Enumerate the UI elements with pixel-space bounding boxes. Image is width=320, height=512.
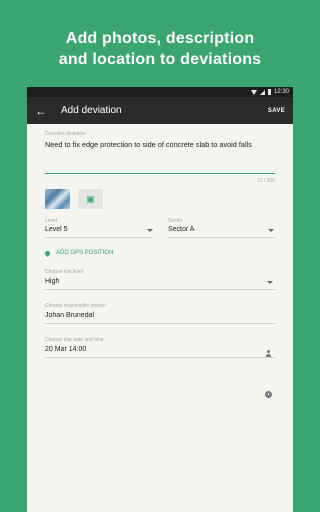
description-input[interactable]: Need to fix edge protection to side of c… [45,140,252,149]
level-label: Level [45,218,57,224]
back-arrow-icon[interactable]: ← [35,105,51,117]
add-gps-label: ADD GPS POSITION [56,250,114,256]
app-bar: ← Add deviation SAVE [27,97,293,124]
due-label: Choose due date and time [45,337,104,343]
photo-thumbnail[interactable] [45,189,70,209]
status-bar: 12:30 [27,87,293,97]
sector-chevron-down-icon [268,229,274,232]
person-icon [265,350,272,357]
add-photo-button[interactable]: ▣ [78,189,103,209]
promo-line-1: Add photos, description [65,30,255,47]
sector-label: Sector [168,218,183,224]
add-gps-button[interactable]: ADD GPS POSITION [43,249,114,257]
risk-underline [45,289,275,290]
responsible-label: Choose responsible person [45,303,106,309]
level-select[interactable]: Level 5 [45,226,68,233]
description-label: Describe deviation [45,131,87,137]
level-chevron-down-icon [147,229,153,232]
risk-select[interactable]: High [45,278,59,285]
sector-underline [168,237,275,238]
responsible-underline [45,323,275,324]
camera-icon: ▣ [86,193,95,204]
phone-screen: 12:30 ← Add deviation SAVE Describe devi… [27,87,293,512]
signal-icon [259,89,265,95]
wifi-icon [250,89,257,95]
due-date-select[interactable]: 20 Mar 14:00 [45,346,86,353]
battery-icon [267,89,271,95]
level-underline [45,237,153,238]
risk-chevron-down-icon [267,281,273,284]
due-underline [45,357,275,358]
location-pin-icon [43,249,52,257]
promo-headline: Add photos, description and location to … [0,28,320,70]
page-title: Add deviation [61,105,122,116]
save-button[interactable]: SAVE [268,108,285,114]
description-counter: 72 / 256 [256,178,275,184]
sector-select[interactable]: Sector A [168,226,194,233]
description-underline [45,173,275,174]
risk-label: Choose risk level [45,269,84,275]
responsible-select[interactable]: Johan Brunedal [45,312,94,319]
status-time: 12:30 [273,89,289,95]
clock-icon [265,391,272,398]
promo-line-2: and location to deviations [58,51,262,68]
